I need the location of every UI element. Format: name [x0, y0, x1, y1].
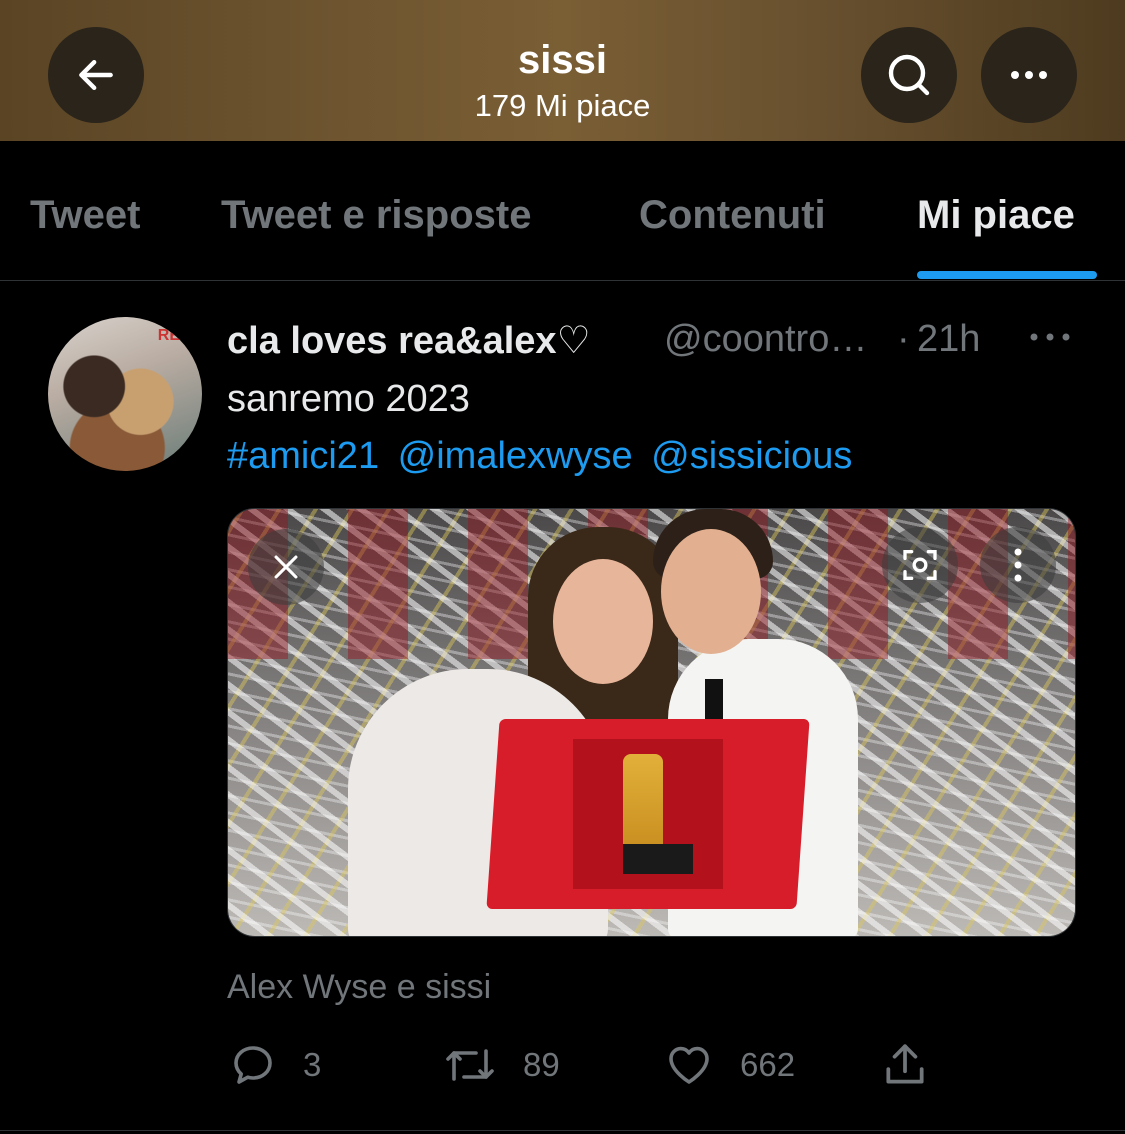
- tweet-time[interactable]: 21h: [917, 318, 980, 361]
- reply-count: 3: [303, 1046, 322, 1083]
- person-face: [661, 529, 761, 654]
- profile-header: sissi 179 Mi piace: [0, 0, 1125, 141]
- avatar-text: RE: [157, 327, 180, 344]
- author-handle[interactable]: @coontro…: [664, 318, 867, 361]
- close-icon: [274, 555, 298, 579]
- tweet-tags: #amici21 @imalexwyse @sissicious: [227, 435, 860, 478]
- mention-link[interactable]: @imalexwyse: [398, 435, 633, 477]
- lens-button[interactable]: [882, 527, 958, 603]
- likes-count-subtitle: 179 Mi piace: [474, 88, 651, 123]
- retweet-count: 89: [523, 1046, 560, 1083]
- author-name[interactable]: cla loves rea&alex♡: [227, 318, 591, 363]
- retweet-icon: [446, 1049, 494, 1081]
- reply-icon: [234, 1046, 272, 1084]
- avatar[interactable]: RE: [48, 317, 202, 471]
- more-options-button[interactable]: [981, 27, 1077, 123]
- lens-scan-icon: [903, 550, 937, 580]
- tweet-more-button[interactable]: [1026, 322, 1074, 352]
- trophy-base: [623, 844, 693, 874]
- tab-tweet-e-risposte[interactable]: Tweet e risposte: [221, 193, 531, 238]
- search-icon: [888, 54, 930, 96]
- mention-link[interactable]: @sissicious: [651, 435, 852, 477]
- more-horizontal-icon: [1030, 333, 1070, 341]
- tab-contenuti[interactable]: Contenuti: [639, 193, 826, 238]
- tweet-media-image[interactable]: [227, 508, 1076, 937]
- share-button[interactable]: [880, 1040, 930, 1090]
- meta-separator: ·: [897, 318, 910, 360]
- close-overlay-button[interactable]: [248, 529, 324, 605]
- share-icon: [886, 1044, 924, 1084]
- media-tagged-people[interactable]: Alex Wyse e sissi: [227, 968, 491, 1007]
- tab-mi-piace[interactable]: Mi piace: [917, 193, 1075, 238]
- image-more-button[interactable]: [980, 527, 1056, 603]
- person-face: [553, 559, 653, 684]
- retweet-button[interactable]: 89: [443, 1040, 560, 1090]
- like-button[interactable]: 662: [664, 1040, 795, 1090]
- more-vertical-icon: [1014, 548, 1022, 582]
- tweet-text: sanremo 2023: [227, 378, 470, 420]
- active-tab-indicator: [917, 271, 1097, 279]
- tweet-divider: [0, 1130, 1125, 1131]
- heart-icon: [669, 1046, 709, 1084]
- more-horizontal-icon: [1011, 71, 1047, 79]
- like-count: 662: [740, 1046, 796, 1083]
- profile-tabs: Tweet Tweet e risposte Contenuti Mi piac…: [0, 141, 1125, 281]
- reply-button[interactable]: 3: [229, 1040, 321, 1090]
- tab-tweet[interactable]: Tweet: [30, 193, 140, 238]
- search-button[interactable]: [861, 27, 957, 123]
- hashtag-link[interactable]: #amici21: [227, 435, 379, 477]
